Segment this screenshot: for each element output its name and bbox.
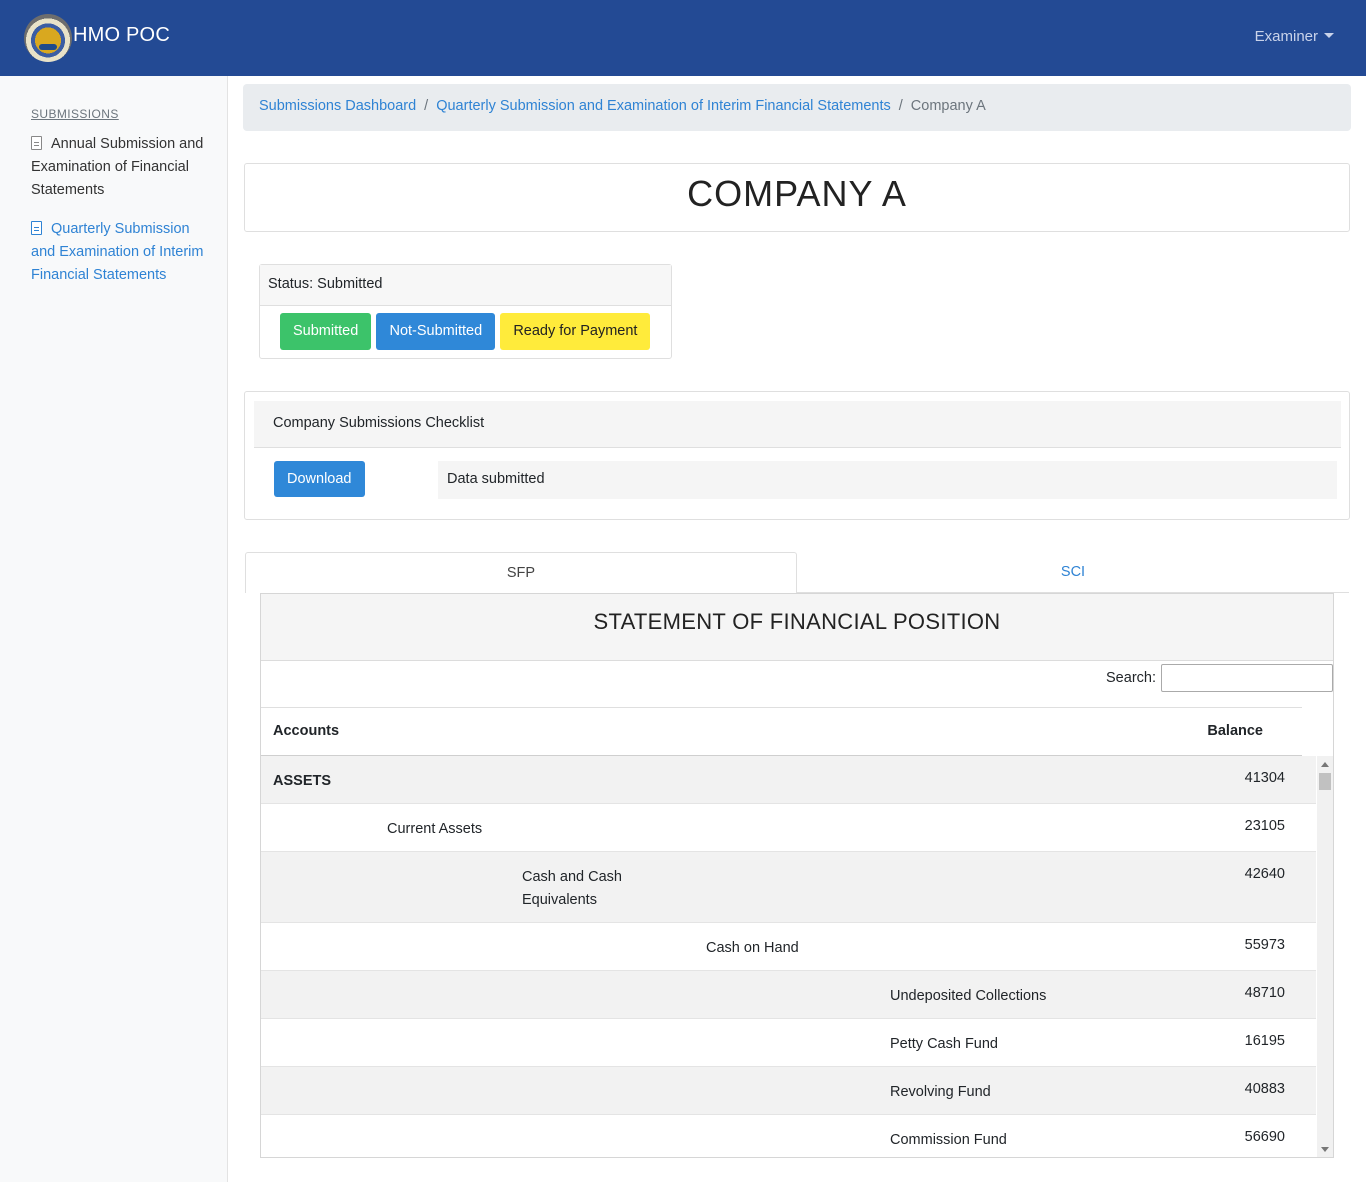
column-header-balance[interactable]: Balance <box>1207 723 1263 739</box>
balance-cell: 42640 <box>1244 866 1285 882</box>
breadcrumb: Submissions Dashboard / Quarterly Submissi… <box>243 84 1351 131</box>
balance-cell: 48710 <box>1244 985 1285 1001</box>
table-row[interactable]: ASSETS 41304 <box>261 756 1316 804</box>
balance-cell: 55973 <box>1244 937 1285 953</box>
breadcrumb-link-dashboard[interactable]: Submissions Dashboard <box>259 98 416 114</box>
download-button[interactable]: Download <box>274 461 365 497</box>
statement-tabs: SFP SCI <box>245 552 1349 593</box>
search-label: Search: <box>1106 670 1156 686</box>
scroll-down-arrow-icon[interactable] <box>1321 1147 1329 1152</box>
table-row[interactable]: Current Assets 23105 <box>261 804 1316 852</box>
sidebar-item-label: Quarterly Submission and Examination of … <box>31 221 204 283</box>
seal-logo-icon[interactable] <box>24 14 72 62</box>
sidebar-heading: SUBMISSIONS <box>31 107 119 121</box>
search-input[interactable] <box>1161 664 1333 692</box>
caret-down-icon <box>1324 33 1334 38</box>
sidebar-item-quarterly[interactable]: Quarterly Submission and Examination of … <box>31 218 206 287</box>
scroll-up-arrow-icon[interactable] <box>1321 762 1329 767</box>
account-cell: Petty Cash Fund <box>890 1036 998 1052</box>
sidebar-item-annual[interactable]: Annual Submission and Examination of Fin… <box>31 133 206 202</box>
balance-cell: 23105 <box>1244 818 1285 834</box>
account-cell: Undeposited Collections <box>890 988 1047 1004</box>
account-cell: Current Assets <box>387 821 483 837</box>
balance-cell: 40883 <box>1244 1081 1285 1097</box>
table-scrollbar[interactable] <box>1317 756 1333 1157</box>
account-cell: Revolving Fund <box>890 1084 991 1100</box>
statement-panel: STATEMENT OF FINANCIAL POSITION Search: … <box>260 593 1334 1158</box>
top-navbar: HMO POC Examiner <box>0 0 1366 76</box>
company-title-card: COMPANY A <box>244 163 1350 232</box>
submissions-checklist-card: Company Submissions Checklist Download D… <box>244 391 1350 520</box>
balance-cell: 16195 <box>1244 1033 1285 1049</box>
page-title: COMPANY A <box>687 173 907 214</box>
ready-for-payment-button[interactable]: Ready for Payment <box>500 313 651 350</box>
table-row[interactable]: Revolving Fund 40883 <box>261 1067 1316 1115</box>
user-menu-dropdown[interactable]: Examiner <box>1255 28 1334 45</box>
sidebar-item-label: Annual Submission and Examination of Fin… <box>31 136 204 198</box>
column-header-accounts[interactable]: Accounts <box>273 723 339 739</box>
account-cell: ASSETS <box>273 773 332 789</box>
account-cell: Cash on Hand <box>706 940 799 956</box>
not-submitted-button[interactable]: Not-Submitted <box>376 313 496 350</box>
status-label: Status: Submitted <box>260 265 671 306</box>
tab-sfp[interactable]: SFP <box>245 552 797 593</box>
status-button-group: Submitted Not-Submitted Ready for Paymen… <box>280 313 651 350</box>
breadcrumb-current: Company A <box>910 98 986 114</box>
status-card: Status: Submitted Submitted Not-Submitte… <box>259 264 672 359</box>
account-cell: Commission Fund <box>890 1132 1007 1148</box>
data-status: Data submitted <box>438 461 1337 499</box>
balance-cell: 41304 <box>1244 770 1285 786</box>
app-brand[interactable]: HMO POC <box>73 24 170 47</box>
statement-title: STATEMENT OF FINANCIAL POSITION <box>261 594 1333 661</box>
breadcrumb-separator: / <box>898 98 903 114</box>
checklist-title: Company Submissions Checklist <box>254 401 1341 448</box>
user-menu-label: Examiner <box>1254 28 1318 45</box>
document-icon <box>31 221 42 235</box>
scrollbar-thumb[interactable] <box>1319 773 1331 790</box>
sidebar: SUBMISSIONS Annual Submission and Examin… <box>0 76 228 1182</box>
account-cell: Cash and Cash Equivalents <box>522 869 622 908</box>
table-row[interactable]: Petty Cash Fund 16195 <box>261 1019 1316 1067</box>
breadcrumb-separator: / <box>424 98 429 114</box>
table-row[interactable]: Cash on Hand 55973 <box>261 923 1316 971</box>
table-row[interactable]: Cash and Cash Equivalents 42640 <box>261 852 1316 923</box>
breadcrumb-link-quarterly[interactable]: Quarterly Submission and Examination of … <box>436 98 891 114</box>
table-header: Accounts Balance <box>261 707 1302 756</box>
table-row[interactable]: Undeposited Collections 48710 <box>261 971 1316 1019</box>
document-icon <box>31 136 42 150</box>
table-row[interactable]: Commission Fund 56690 <box>261 1115 1316 1157</box>
submitted-button[interactable]: Submitted <box>280 313 372 350</box>
tab-sci[interactable]: SCI <box>797 552 1349 593</box>
balance-cell: 56690 <box>1244 1129 1285 1145</box>
table-body: ASSETS 41304 Current Assets 23105 Cash a… <box>261 756 1316 1157</box>
